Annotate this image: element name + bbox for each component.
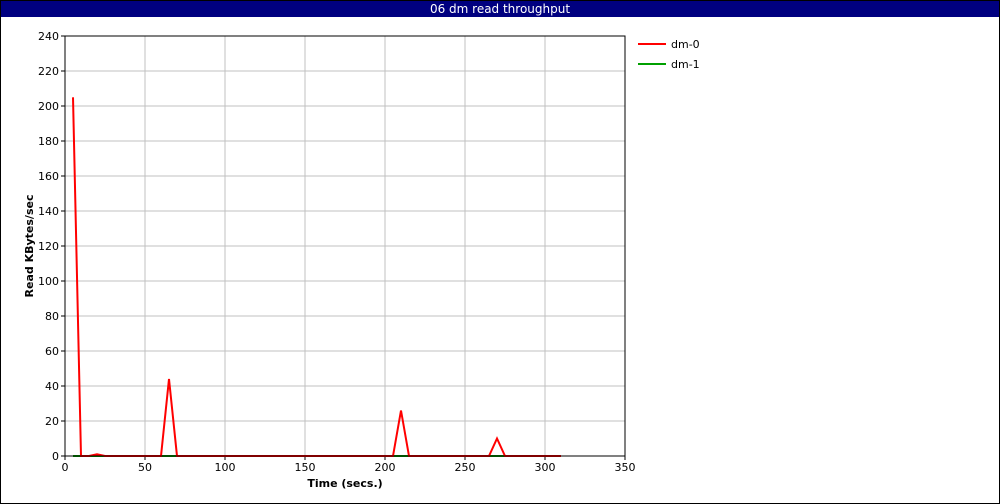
series-line-dm-0 xyxy=(72,97,561,457)
tick-labels: 0 50 100 150 200 250 300 350 0 20 40 60 80 100 120 140 1… xyxy=(38,30,636,474)
y-tick-label: 120 xyxy=(38,240,59,253)
x-tick-label: 150 xyxy=(295,461,316,474)
x-axis-label: Time (secs.) xyxy=(307,477,382,490)
y-tick-label: 40 xyxy=(45,380,59,393)
x-tick-label: 50 xyxy=(138,461,152,474)
grid-lines xyxy=(64,35,626,457)
x-tick-label: 300 xyxy=(535,461,556,474)
legend-label-dm-0: dm-0 xyxy=(671,38,700,51)
x-tick-label: 350 xyxy=(615,461,636,474)
y-tick-label: 220 xyxy=(38,65,59,78)
x-tick-label: 200 xyxy=(375,461,396,474)
y-tick-label: 20 xyxy=(45,415,59,428)
y-tick-label: 60 xyxy=(45,345,59,358)
y-axis-label: Read KBytes/sec xyxy=(23,195,36,298)
y-tick-label: 80 xyxy=(45,310,59,323)
x-tick-label: 0 xyxy=(62,461,69,474)
x-tick-label: 250 xyxy=(455,461,476,474)
y-tick-label: 0 xyxy=(52,450,59,463)
x-tick-label: 100 xyxy=(215,461,236,474)
legend-label-dm-1: dm-1 xyxy=(671,58,700,71)
y-tick-label: 160 xyxy=(38,170,59,183)
y-tick-label: 200 xyxy=(38,100,59,113)
chart-svg: 0 50 100 150 200 250 300 350 0 20 40 60 80 100 120 140 1… xyxy=(23,30,700,490)
y-tick-label: 100 xyxy=(38,275,59,288)
series-lines xyxy=(72,97,561,457)
y-tick-label: 240 xyxy=(38,30,59,43)
legend: dm-0 dm-1 xyxy=(638,38,700,71)
y-tick-label: 140 xyxy=(38,205,59,218)
y-tick-label: 180 xyxy=(38,135,59,148)
